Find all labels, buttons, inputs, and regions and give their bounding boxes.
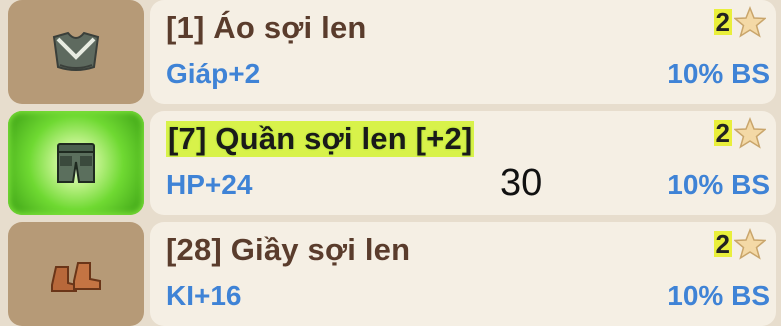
item-percent: 10% BS bbox=[667, 58, 770, 89]
item-card[interactable]: [28] Giầy sợi len 2 KI+16 10% BS bbox=[150, 222, 776, 326]
item-percent: 10% BS bbox=[667, 169, 770, 200]
item-slot[interactable] bbox=[8, 222, 144, 326]
star-count: 2 bbox=[713, 7, 732, 37]
overlay-number: 30 bbox=[500, 162, 543, 204]
item-card[interactable]: [7] Quần sợi len [+2] 2 HP+24 10% BS bbox=[150, 111, 776, 215]
item-row-pants[interactable]: [7] Quần sợi len [+2] 2 HP+24 10% BS bbox=[0, 111, 781, 215]
star-icon bbox=[734, 228, 766, 260]
item-percent: 10% BS bbox=[667, 280, 770, 311]
item-stat: KI+16 bbox=[166, 280, 242, 311]
item-card[interactable]: [1] Áo sợi len 2 Giáp+2 10% BS bbox=[150, 0, 776, 104]
pants-icon bbox=[57, 143, 95, 183]
item-row-boots[interactable]: [28] Giầy sợi len 2 KI+16 10% BS bbox=[0, 222, 781, 326]
item-name: [7] Quần sợi len [+2] bbox=[166, 121, 475, 157]
item-name: [1] Áo sợi len bbox=[166, 10, 367, 45]
boots-icon bbox=[51, 262, 101, 292]
star-icon bbox=[734, 6, 766, 38]
item-stat: HP+24 bbox=[166, 169, 253, 200]
item-row-shirt[interactable]: [1] Áo sợi len 2 Giáp+2 10% BS bbox=[0, 0, 781, 104]
item-slot-selected[interactable] bbox=[8, 111, 144, 215]
item-name: [28] Giầy sợi len bbox=[166, 232, 411, 267]
item-slot[interactable] bbox=[8, 0, 144, 104]
shirt-icon bbox=[52, 31, 100, 71]
star-icon bbox=[734, 117, 766, 149]
star-rating: 2 bbox=[713, 117, 766, 149]
star-count: 2 bbox=[713, 229, 732, 259]
star-rating: 2 bbox=[713, 228, 766, 260]
item-stat: Giáp+2 bbox=[166, 58, 261, 89]
star-rating: 2 bbox=[713, 6, 766, 38]
star-count: 2 bbox=[713, 118, 732, 148]
